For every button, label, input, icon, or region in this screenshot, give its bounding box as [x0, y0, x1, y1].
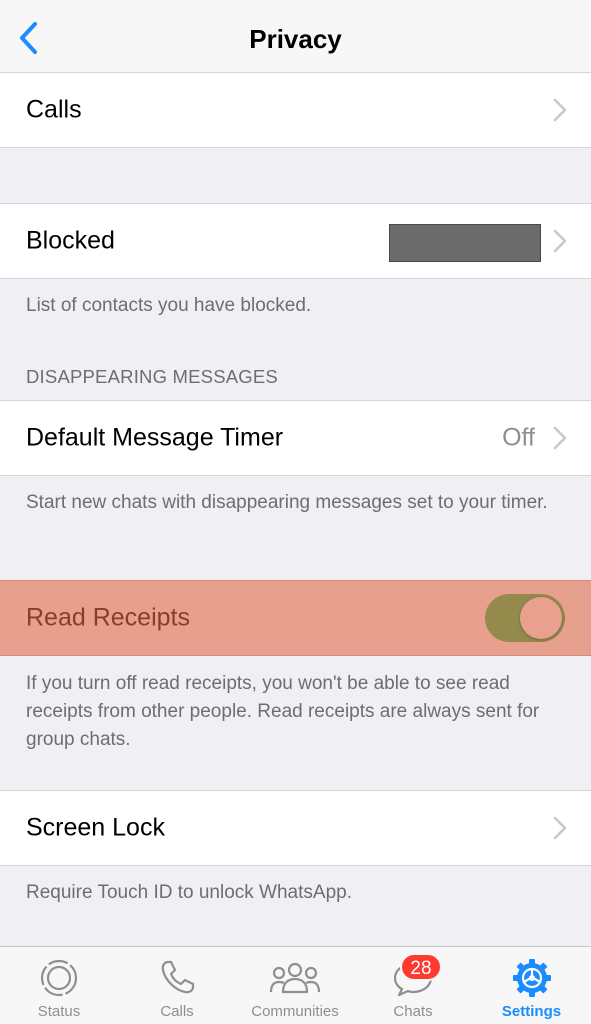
tab-chats[interactable]: Chats 28: [354, 947, 472, 1024]
tab-status[interactable]: Status: [0, 947, 118, 1024]
tab-label: Calls: [160, 1003, 194, 1020]
chevron-right-icon: [553, 229, 567, 253]
navigation-bar: Privacy: [0, 0, 591, 74]
redacted-count: [389, 224, 541, 262]
tab-bar: Status Calls Communities Chats 28 Settin…: [0, 946, 591, 1024]
timer-footer: Start new chats with disappearing messag…: [26, 492, 548, 513]
status-icon: [40, 959, 78, 997]
blocked-row-label: Blocked: [26, 226, 115, 255]
read-receipts-label: Read Receipts: [26, 603, 190, 632]
screen-lock-footer: Require Touch ID to unlock WhatsApp.: [26, 882, 352, 903]
blocked-row[interactable]: Blocked: [0, 203, 591, 279]
tab-label: Settings: [501, 1003, 562, 1020]
tab-label: Status: [37, 1003, 81, 1020]
blocked-footer: List of contacts you have blocked.: [26, 295, 312, 316]
settings-gear-icon: [512, 959, 551, 997]
page-title: Privacy: [249, 24, 342, 54]
chevron-right-icon: [553, 426, 567, 450]
calls-row-label: Calls: [26, 95, 82, 124]
timer-row-label: Default Message Timer: [26, 423, 284, 452]
tab-label: Communities: [251, 1003, 339, 1020]
communities-icon: [269, 962, 321, 994]
tab-calls[interactable]: Calls: [118, 947, 236, 1024]
screen-lock-row[interactable]: Screen Lock: [0, 790, 591, 866]
read-receipts-toggle[interactable]: [485, 594, 565, 642]
tab-label: Chats: [393, 1003, 433, 1020]
tab-communities[interactable]: Communities: [236, 947, 354, 1024]
chevron-right-icon: [553, 816, 567, 840]
read-receipts-row: Read Receipts: [0, 580, 591, 656]
chevron-right-icon: [553, 98, 567, 122]
read-receipts-footer: If you turn off read receipts, you won't…: [26, 673, 540, 750]
default-message-timer-row[interactable]: Default Message Timer Off: [0, 400, 591, 476]
phone-icon: [161, 960, 195, 994]
unread-badge: 28: [400, 953, 442, 981]
toggle-knob: [520, 597, 562, 639]
tab-settings[interactable]: Settings: [472, 947, 591, 1024]
timer-row-value: Off: [502, 423, 535, 452]
section-header-disappearing: DISAPPEARING MESSAGES: [26, 366, 278, 387]
screen-lock-label: Screen Lock: [26, 813, 165, 842]
calls-row[interactable]: Calls: [0, 72, 591, 148]
